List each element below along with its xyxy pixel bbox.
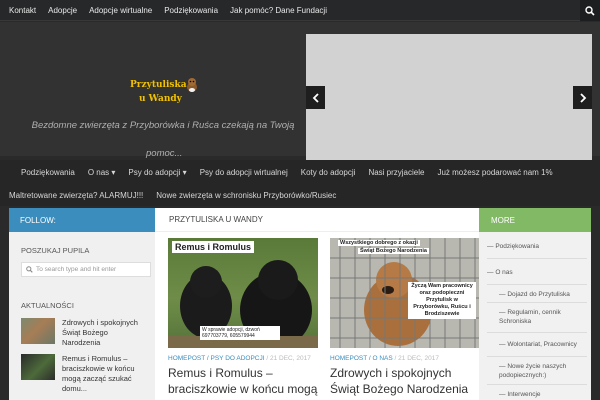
slider-next-button[interactable] xyxy=(573,86,592,109)
recent-widget-title: AKTUALNOŚCI xyxy=(21,301,74,310)
recent-post-item[interactable]: Zdrowych i spokojnych Świąt Bożego Narod… xyxy=(21,318,142,348)
post-card: Remus i Romulus W sprawie adopcji, dzwoń… xyxy=(168,238,318,397)
nav-koty-do-adopcji[interactable]: Koty do adopcji xyxy=(301,168,356,177)
page-link-dojazd[interactable]: — Dojazd do Przytuliska xyxy=(499,290,570,299)
post-date: / 21 DEC, 2017 xyxy=(394,355,439,362)
post-image[interactable]: Remus i Romulus W sprawie adopcji, dzwoń… xyxy=(168,238,318,348)
page-link-interwencje[interactable]: — Interwencje xyxy=(499,390,541,399)
left-sidebar: POSZUKAJ PUPILA To search type and hit e… xyxy=(9,232,155,400)
nav-maltretowane[interactable]: Maltretowane zwierzęta? ALARMUJ!!! xyxy=(9,191,143,200)
nav-o-nas[interactable]: O nas ▾ xyxy=(88,168,116,177)
follow-header: FOLLOW: xyxy=(9,208,155,232)
nav-1-procent[interactable]: Już możesz podarować nam 1% xyxy=(437,168,552,177)
main-nav-row-2: Maltretowane zwierzęta? ALARMUJ!!! Nowe … xyxy=(0,184,349,207)
logo-text-line1: Przytuliska xyxy=(130,80,187,90)
nav-psy-adopcji-wirtualnej[interactable]: Psy do adopcji wirtualnej xyxy=(200,168,288,177)
nav-nasi-przyjaciele[interactable]: Nasi przyjaciele xyxy=(368,168,424,177)
section-title: PRZYTULISKA U WANDY xyxy=(155,208,479,232)
top-nav-kontakt[interactable]: Kontakt xyxy=(9,6,36,15)
recent-post-thumbnail[interactable] xyxy=(21,354,55,380)
post-meta: HOMEPOST / O NAS / 21 DEC, 2017 xyxy=(330,355,480,362)
site-tagline: Bezdomne zwierzęta z Przyborówka i Ruśca… xyxy=(31,120,295,131)
post-categories[interactable]: HOMEPOST / PSY DO ADOPCJI xyxy=(168,355,265,362)
post-image-caption: W sprawie adopcji, dzwoń 697703779, 6055… xyxy=(200,326,280,340)
search-icon xyxy=(585,5,595,16)
nav-psy-do-adopcji[interactable]: Psy do adopcji ▾ xyxy=(128,168,186,177)
right-sidebar: — Podziękowania — O nas — Dojazd do Przy… xyxy=(479,232,591,400)
post-grid: Remus i Romulus W sprawie adopcji, dzwoń… xyxy=(155,232,480,400)
divider xyxy=(487,302,587,303)
search-button[interactable] xyxy=(580,0,600,21)
search-icon xyxy=(26,266,33,273)
post-title[interactable]: Remus i Romulus – braciszkowie w końcu m… xyxy=(168,365,318,397)
page-link-nowe-zycie[interactable]: — Nowe życie naszych podopiecznych:) xyxy=(499,362,589,380)
divider xyxy=(487,284,587,285)
top-bar: Kontakt Adopcje Adopcje wirtualne Podzię… xyxy=(0,0,600,21)
post-card: Wszystkiego dobrego z okazji Świąt Bożeg… xyxy=(330,238,480,397)
search-widget-title: POSZUKAJ PUPILA xyxy=(21,246,90,255)
divider xyxy=(487,356,587,357)
page-link-o-nas[interactable]: — O nas xyxy=(487,268,513,277)
nav-nowe-zwierzeta[interactable]: Nowe zwierzęta w schronisku Przyborówko/… xyxy=(156,191,336,200)
search-placeholder: To search type and hit enter xyxy=(36,266,117,273)
top-nav-podziekowania[interactable]: Podziękowania xyxy=(164,6,218,15)
image-slider xyxy=(306,34,592,160)
post-image-greeting-line1: Wszystkiego dobrego z okazji xyxy=(338,240,420,246)
recent-post-thumbnail[interactable] xyxy=(21,318,55,344)
divider xyxy=(487,332,587,333)
site-tagline-continued: pomoc... xyxy=(146,148,183,159)
page-link-podziekowania[interactable]: — Podziękowania xyxy=(487,242,539,251)
post-image[interactable]: Wszystkiego dobrego z okazji Świąt Bożeg… xyxy=(330,238,480,348)
recent-post-title[interactable]: Zdrowych i spokojnych Świąt Bożego Narod… xyxy=(62,318,142,348)
dog-mascot-icon xyxy=(187,78,197,92)
main-nav: Podziękowania O nas ▾ Psy do adopcji ▾ P… xyxy=(0,160,600,206)
logo-text-line2: u Wandy xyxy=(139,94,182,104)
search-input[interactable]: To search type and hit enter xyxy=(21,262,151,277)
post-meta: HOMEPOST / PSY DO ADOPCJI / 21 DEC, 2017 xyxy=(168,355,318,362)
post-image-title: Remus i Romulus xyxy=(172,241,255,253)
divider xyxy=(487,258,587,259)
top-nav: Kontakt Adopcje Adopcje wirtualne Podzię… xyxy=(0,0,600,21)
top-nav-jak-pomoc[interactable]: Jak pomóc? Dane Fundacji xyxy=(230,6,327,15)
main-nav-row-1: Podziękowania O nas ▾ Psy do adopcji ▾ P… xyxy=(0,161,566,184)
page-link-regulamin[interactable]: — Regulamin, cennik Schroniska xyxy=(499,308,589,326)
post-categories[interactable]: HOMEPOST / O NAS xyxy=(330,355,393,362)
post-date: / 21 DEC, 2017 xyxy=(266,355,311,362)
chevron-left-icon xyxy=(312,92,319,103)
post-title[interactable]: Zdrowych i spokojnych Świąt Bożego Narod… xyxy=(330,365,480,397)
recent-post-title[interactable]: Remus i Romulus – braciszkowie w końcu m… xyxy=(62,354,142,394)
top-nav-adopcje-wirtualne[interactable]: Adopcje wirtualne xyxy=(89,6,152,15)
site-logo[interactable]: Przytuliska u Wandy xyxy=(127,77,202,107)
divider xyxy=(487,384,587,385)
slider-prev-button[interactable] xyxy=(306,86,325,109)
top-nav-adopcje[interactable]: Adopcje xyxy=(48,6,77,15)
chevron-right-icon xyxy=(579,92,586,103)
nav-podziekowania[interactable]: Podziękowania xyxy=(21,168,75,177)
page-link-wolontariat[interactable]: — Wolontariat, Pracownicy xyxy=(499,340,577,349)
post-image-greeting-line2: Świąt Bożego Narodzenia xyxy=(358,248,429,254)
more-header: MORE xyxy=(479,208,591,232)
recent-post-item[interactable]: Remus i Romulus – braciszkowie w końcu m… xyxy=(21,354,142,394)
post-image-text: Życzą Wam pracownicy oraz podopieczni Pr… xyxy=(408,282,476,319)
